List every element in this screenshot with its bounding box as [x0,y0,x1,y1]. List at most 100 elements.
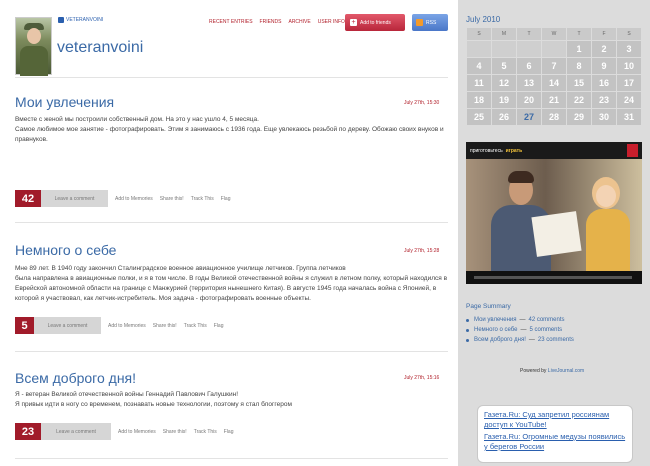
nav-friends[interactable]: FRIENDS [260,19,282,25]
weekday-header: S [617,28,641,40]
post-body: Вместе с женой мы построили собственный … [15,116,444,143]
calendar-day[interactable]: 16 [592,75,616,91]
calendar-day[interactable]: 4 [467,58,491,74]
flag-link[interactable]: Flag [221,196,231,202]
add-to-memories-link[interactable]: Add to Memories [118,429,156,435]
video-frame [466,159,642,271]
track-link[interactable]: Track This [184,323,207,329]
video-controls[interactable] [466,271,642,284]
child-body [586,209,630,271]
post-title[interactable]: Мои увлечения [15,94,114,110]
user-link[interactable]: VETERANVOINI [58,17,103,23]
summary-separator: — [520,327,527,333]
summary-post-link[interactable]: Мои увлечения [474,315,517,325]
calendar-week: 25 26 27 28 29 30 31 [467,109,641,125]
comment-count[interactable]: 23 [15,423,41,440]
add-to-friends-button[interactable]: + Add to friends [345,14,405,31]
calendar-day[interactable]: 13 [517,75,541,91]
calendar-day[interactable]: 27 [517,109,541,125]
calendar-day[interactable]: 10 [617,58,641,74]
user-icon [58,17,64,23]
add-to-memories-link[interactable]: Add to Memories [108,323,146,329]
summary-comments-link[interactable]: 23 comments [538,335,574,345]
summary-comments-link[interactable]: 5 comments [530,325,563,335]
calendar-empty-cell [542,41,566,57]
child-face [596,185,616,207]
calendar-day[interactable]: 26 [492,109,516,125]
flag-link[interactable]: Flag [224,429,234,435]
journal-main: VETERANVOINI veteranvoini RECENT ENTRIES… [0,0,458,466]
weekday-header: F [592,28,616,40]
news-widget: Газета.Ru: Суд запретил россиянам доступ… [477,405,633,463]
video-play-text[interactable]: играть [506,148,523,154]
calendar-day[interactable]: 11 [467,75,491,91]
calendar-day[interactable]: 1 [567,41,591,57]
calendar-day[interactable]: 14 [542,75,566,91]
calendar-day[interactable]: 30 [592,109,616,125]
userpic-avatar[interactable] [15,17,52,76]
rss-button[interactable]: RSS [412,14,448,31]
weekday-header: T [567,28,591,40]
news-link[interactable]: Газета.Ru: Суд запретил россиянам доступ… [484,410,626,430]
flag-link[interactable]: Flag [214,323,224,329]
calendar-day[interactable]: 21 [542,92,566,108]
news-link[interactable]: Газета.Ru: Огромные медузы появились у б… [484,432,626,452]
calendar-day[interactable]: 28 [542,109,566,125]
calendar-day[interactable]: 5 [492,58,516,74]
video-ad[interactable]: приготовьтесь играть [466,142,642,284]
weekday-header: S [467,28,491,40]
calendar-day[interactable]: 9 [592,58,616,74]
nav-archive[interactable]: ARCHIVE [288,19,310,25]
livejournal-link[interactable]: LiveJournal.com [548,368,584,374]
share-link[interactable]: Share this! [153,323,177,329]
calendar-day[interactable]: 22 [567,92,591,108]
comment-count[interactable]: 5 [15,317,34,334]
calendar-day[interactable]: 25 [467,109,491,125]
summary-separator: — [519,317,526,323]
summary-post-link[interactable]: Немного о себе [474,325,518,335]
calendar-day[interactable]: 18 [467,92,491,108]
page-summary-list: Мои увлечения — 42 comments Немного о се… [466,315,574,345]
track-link[interactable]: Track This [194,429,217,435]
nav-user-info[interactable]: USER INFO [318,19,345,25]
calendar: SMTWTFS 1 2 3 4 5 6 7 8 9 10 11 12 13 14 15 16 17 18 19 20 2… [466,27,642,126]
calendar-day[interactable]: 7 [542,58,566,74]
summary-comments-link[interactable]: 42 comments [529,315,565,325]
summary-post-link[interactable]: Всем доброго дня! [474,335,526,345]
share-link[interactable]: Share this! [160,196,184,202]
calendar-day[interactable]: 2 [592,41,616,57]
calendar-day[interactable]: 6 [517,58,541,74]
divider [15,458,448,459]
post-title[interactable]: Немного о себе [15,242,116,258]
rss-label: RSS [426,19,437,26]
calendar-day[interactable]: 15 [567,75,591,91]
summary-item: Всем доброго дня! — 23 comments [466,335,574,345]
calendar-day[interactable]: 12 [492,75,516,91]
video-progress-track[interactable] [474,276,632,279]
calendar-day[interactable]: 17 [617,75,641,91]
calendar-day[interactable]: 3 [617,41,641,57]
calendar-day[interactable]: 23 [592,92,616,108]
calendar-day[interactable]: 31 [617,109,641,125]
nav-recent-entries[interactable]: RECENT ENTRIES [209,19,253,25]
add-to-memories-link[interactable]: Add to Memories [115,196,153,202]
calendar-day[interactable]: 24 [617,92,641,108]
man-hair [508,171,534,183]
track-link[interactable]: Track This [191,196,214,202]
post-title[interactable]: Всем доброго дня! [15,370,136,386]
page-summary-title: Page Summary [466,303,511,310]
comment-count[interactable]: 42 [15,190,41,207]
leave-comment-button[interactable]: Leave a comment [34,317,101,334]
share-link[interactable]: Share this! [163,429,187,435]
summary-item: Немного о себе — 5 comments [466,325,574,335]
journal-username: veteranvoini [57,39,144,56]
calendar-day[interactable]: 29 [567,109,591,125]
calendar-day[interactable]: 20 [517,92,541,108]
calendar-day[interactable]: 19 [492,92,516,108]
leave-comment-button[interactable]: Leave a comment [41,190,108,207]
calendar-title[interactable]: July 2010 [466,15,500,24]
leave-comment-button[interactable]: Leave a comment [41,423,111,440]
calendar-day[interactable]: 8 [567,58,591,74]
post-date: July 27th, 15:28 [404,248,440,254]
child-figure [584,171,634,271]
